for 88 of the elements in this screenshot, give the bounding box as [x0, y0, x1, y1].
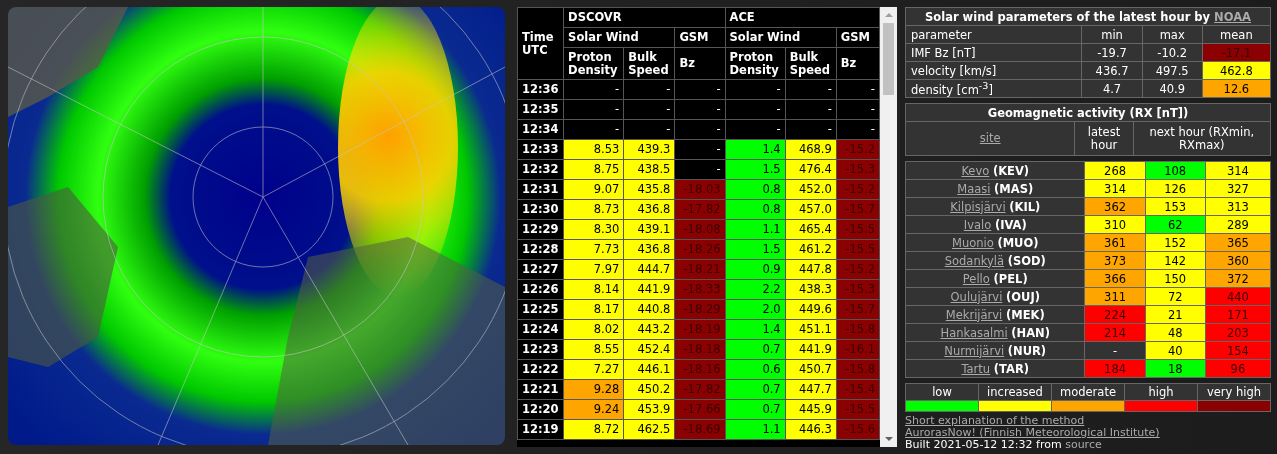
column-header: Bulk Speed — [623, 47, 675, 80]
table-cell: -10.2 — [1142, 43, 1203, 62]
station-code: (PEL) — [993, 271, 1028, 286]
source-link[interactable]: source — [1065, 438, 1102, 451]
station-code: (NUR) — [1007, 343, 1047, 358]
time-cell: 12:26 — [517, 279, 564, 300]
station-name-link[interactable]: Hankasalmi — [940, 325, 1008, 340]
station-code: (HAN) — [1011, 325, 1050, 340]
time-cell: 12:23 — [517, 339, 564, 360]
station-name-link[interactable]: Kevo — [961, 163, 990, 178]
station-name-link[interactable]: Maasi — [957, 181, 991, 196]
time-cell: 12:29 — [517, 219, 564, 240]
time-cell: 12:28 — [517, 239, 564, 260]
noaa-link[interactable]: NOAA — [1214, 9, 1251, 24]
time-cell: 12:19 — [517, 419, 564, 440]
column-header: mean — [1202, 25, 1271, 44]
table-cell: 436.7 — [1081, 61, 1143, 80]
column-header: next hour (RXmin, RXmax) — [1133, 121, 1271, 156]
column-header: Bulk Speed — [785, 47, 837, 80]
column-header: Bz — [836, 47, 880, 80]
station-name-link[interactable]: Tartu — [961, 361, 991, 376]
station-name-link[interactable]: Kilpisjärvi — [950, 199, 1006, 214]
station-name-link[interactable]: Pello — [962, 271, 990, 286]
column-group-header: Solar Wind — [563, 27, 675, 48]
time-cell: 12:31 — [517, 179, 564, 200]
legend-label: high — [1124, 383, 1198, 401]
time-cell: 12:22 — [517, 359, 564, 380]
table-cell: 314 — [1205, 161, 1271, 180]
time-cell: 12:32 — [517, 159, 564, 180]
column-header: parameter — [905, 25, 1082, 44]
station-name-link[interactable]: Sodankylä — [944, 253, 1004, 268]
station-code: (KEV) — [992, 163, 1030, 178]
column-header: min — [1081, 25, 1143, 44]
station-name-link[interactable]: Mekrijärvi — [945, 307, 1003, 322]
time-cell: 12:30 — [517, 199, 564, 220]
column-group-header: ACE — [725, 7, 880, 28]
parameter-label: density [cm$^{-3}$] — [905, 79, 1082, 98]
station-name-link[interactable]: Muonio — [952, 235, 994, 250]
table-title: Solar wind parameters of the latest hour by NOAA — [905, 7, 1271, 26]
column-header: max — [1142, 25, 1203, 44]
table-cell: - — [1085, 341, 1146, 360]
station-code: (MEK) — [1006, 307, 1045, 322]
footer-link[interactable]: Short explanation of the method — [905, 415, 1085, 427]
station-name-link[interactable]: Nurmijärvi — [944, 343, 1005, 358]
parameter-label: IMF Bz [nT] — [905, 43, 1082, 62]
site-column-link[interactable]: site — [979, 131, 1001, 145]
table-title: Geomagnetic activity (RX [nT]) — [905, 103, 1271, 122]
column-group-header: GSM — [674, 27, 726, 48]
station-code: (TAR) — [993, 361, 1030, 376]
scrollbar[interactable] — [880, 7, 897, 447]
column-group-header: GSM — [836, 27, 880, 48]
column-header: Proton Density — [725, 47, 786, 80]
build-info: Built 2021-05-12 12:32 from — [905, 438, 1062, 451]
table-cell: -19.7 — [1081, 43, 1143, 62]
station-code: (SOD) — [1007, 253, 1046, 268]
time-cell: 12:20 — [517, 399, 564, 420]
station-code: (MUO) — [997, 235, 1039, 250]
table-cell: 497.5 — [1142, 61, 1203, 80]
table-cell: 40.9 — [1142, 79, 1203, 98]
station-name-link[interactable]: Oulujärvi — [950, 289, 1003, 304]
column-group-header: Solar Wind — [725, 27, 837, 48]
time-cell: 12:24 — [517, 319, 564, 340]
legend-label: increased — [978, 383, 1052, 401]
legend-label: moderate — [1051, 383, 1125, 401]
time-cell: 12:21 — [517, 379, 564, 400]
legend-label: very high — [1197, 383, 1271, 401]
station-name-link[interactable]: Ivalo — [963, 217, 992, 232]
station-code: (OUJ) — [1006, 289, 1040, 304]
table-cell: 268 — [1085, 161, 1146, 180]
column-header: Bz — [674, 47, 726, 80]
table-cell: 108 — [1145, 161, 1206, 180]
table-cell: 4.7 — [1081, 79, 1143, 98]
station-code: (IVA) — [994, 217, 1027, 232]
legend-label: low — [905, 383, 979, 401]
time-cell: 12:33 — [517, 139, 564, 160]
footer-link[interactable]: AurorasNow! (Finnish Meteorological Institute) — [905, 427, 1160, 439]
station-code: (KIL) — [1009, 199, 1041, 214]
parameter-label: velocity [km/s] — [905, 61, 1082, 80]
column-header: Proton Density — [563, 47, 624, 80]
time-cell: 12:27 — [517, 259, 564, 280]
column-header: Time UTC — [517, 7, 564, 80]
station-code: (MAS) — [994, 181, 1034, 196]
column-header: latest hour — [1074, 121, 1134, 156]
time-cell: 12:35 — [517, 99, 564, 120]
time-cell: 12:36 — [517, 79, 564, 100]
time-cell: 12:34 — [517, 119, 564, 140]
time-cell: 12:25 — [517, 299, 564, 320]
column-group-header: DSCOVR — [563, 7, 726, 28]
